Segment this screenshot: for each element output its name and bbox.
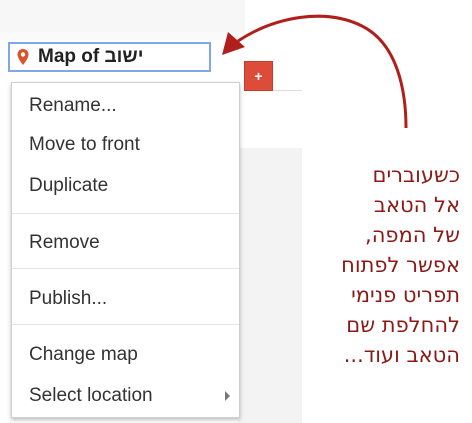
annotation-line: אפשר לפתוח — [341, 253, 460, 277]
annotation-text: כשעוברים אל הטאב של המפה, אפשר לפתוח תפר… — [310, 160, 460, 370]
annotation-line: להחלפת שם — [346, 313, 460, 337]
annotation-line: של המפה, — [365, 223, 460, 247]
annotation-line: תפריט פנימי — [351, 283, 460, 307]
annotation-line: הטאב ועוד... — [343, 343, 460, 367]
annotation-line: כשעוברים — [372, 163, 460, 187]
annotation-line: אל הטאב — [373, 193, 460, 217]
